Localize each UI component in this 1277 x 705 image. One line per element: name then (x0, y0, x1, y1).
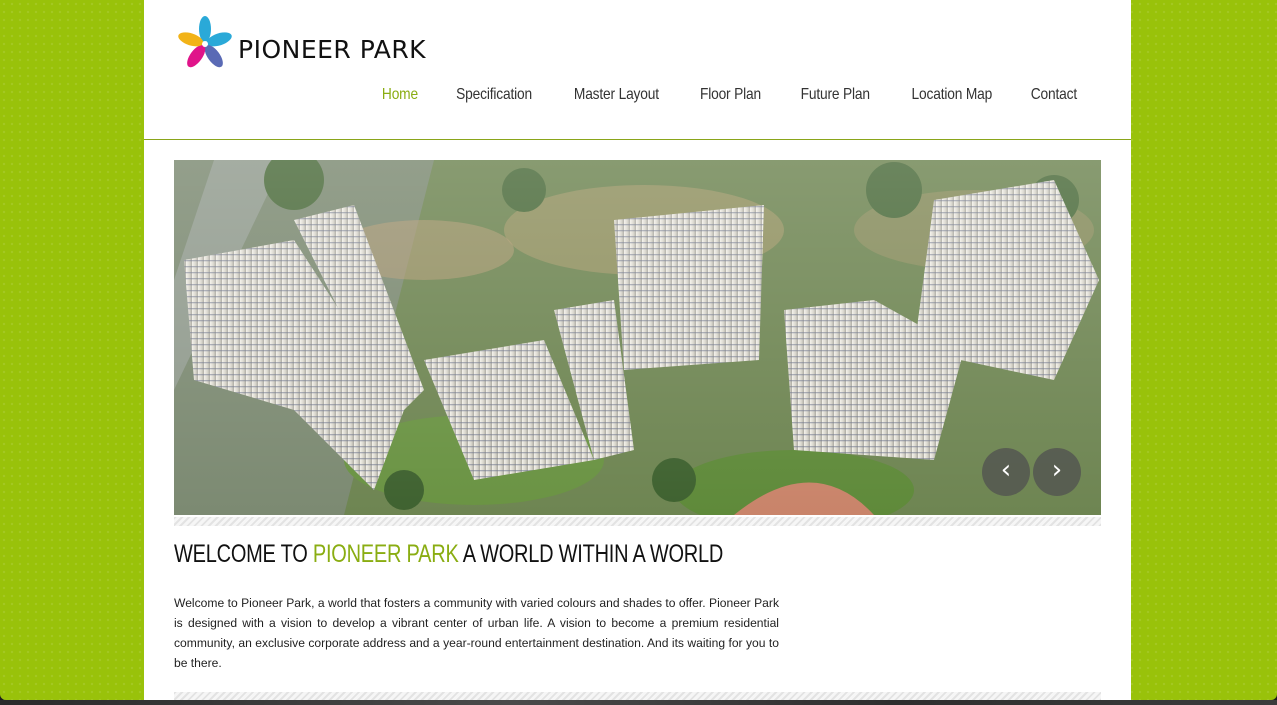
slider-prev-button[interactable]: ‹ (982, 448, 1030, 496)
content-divider (174, 517, 1101, 526)
hero-image (174, 160, 1101, 515)
main-nav: Home Specification Master Layout Floor P… (379, 84, 1081, 108)
welcome-prefix: WELCOME TO (174, 540, 308, 568)
nav-item-floor-plan[interactable]: Floor Plan (700, 84, 761, 108)
welcome-highlight: PIONEER PARK (312, 540, 459, 568)
chevron-right-icon: › (1051, 455, 1063, 485)
site-header: Pioneer Park Home Specification Master L… (144, 0, 1131, 140)
nav-item-location-map[interactable]: Location Map (911, 84, 992, 108)
brand-name: Pioneer Park (238, 34, 427, 64)
slider-next-button[interactable]: › (1033, 448, 1081, 496)
nav-item-future-plan[interactable]: Future Plan (801, 84, 870, 108)
welcome-suffix: A WORLD WITHIN A WORLD (462, 540, 724, 568)
nav-item-contact[interactable]: Contact (1031, 84, 1077, 108)
bottom-divider (174, 692, 1101, 700)
nav-item-home[interactable]: Home (382, 84, 418, 108)
flower-logo-icon (178, 16, 232, 68)
site-logo[interactable]: Pioneer Park (174, 14, 474, 74)
taskbar-strip (0, 700, 1277, 705)
welcome-heading: WELCOME TO PIONEER PARK A WORLD WITHIN A… (174, 540, 723, 572)
intro-paragraph: Welcome to Pioneer Park, a world that fo… (174, 596, 779, 670)
browser-viewport: Pioneer Park Home Specification Master L… (0, 0, 1277, 700)
nav-item-specification[interactable]: Specification (456, 84, 532, 108)
nav-item-master-layout[interactable]: Master Layout (574, 84, 659, 108)
page-container: Pioneer Park Home Specification Master L… (144, 0, 1131, 700)
chevron-left-icon: ‹ (1000, 455, 1012, 485)
hero-slider[interactable]: ‹ › (174, 160, 1101, 515)
